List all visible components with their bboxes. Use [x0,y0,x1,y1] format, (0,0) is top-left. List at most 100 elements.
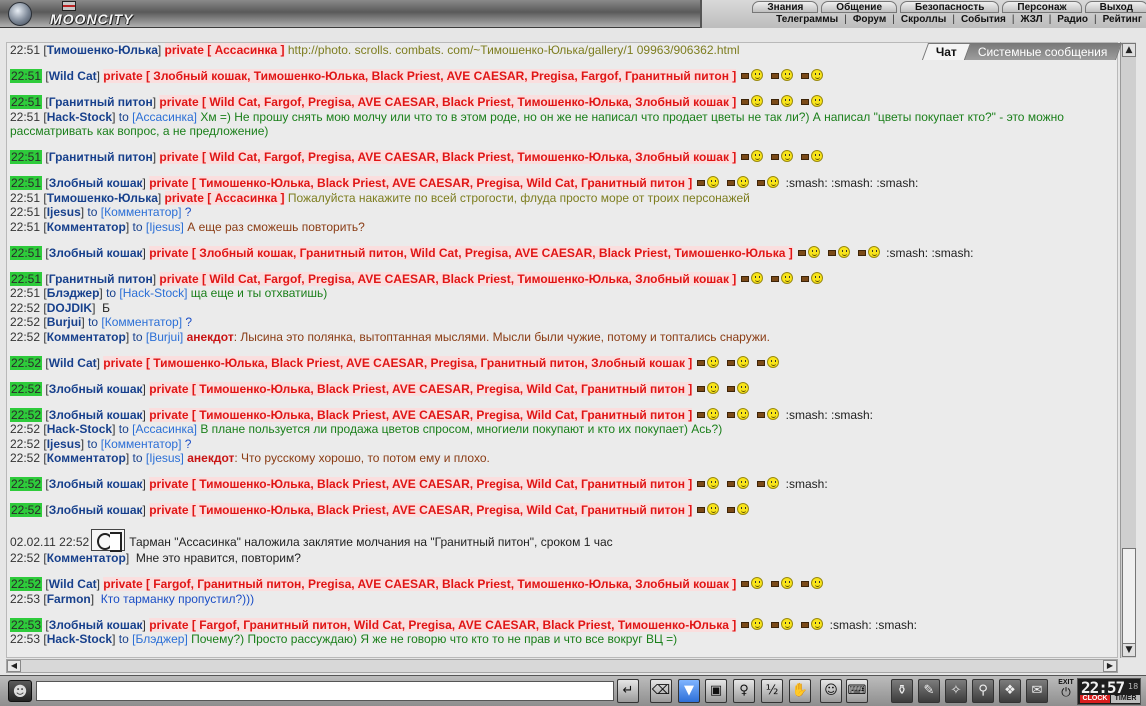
sender-nick[interactable]: Комментатор [47,220,126,234]
sender-nick[interactable]: Гранитный питон [49,272,153,286]
smiles-button[interactable]: ☺ [820,679,842,703]
private-recipients[interactable]: private [ Ассасинка ] [164,190,285,205]
private-recipients[interactable]: private [ Тимошенко-Юлька, Black Priest,… [149,407,693,422]
sender-nick[interactable]: Ijesus [47,205,81,219]
message-time[interactable]: 22:52 [10,301,40,315]
private-recipients[interactable]: private [ Тимошенко-Юлька, Black Priest,… [149,503,693,517]
submenu-item-0[interactable]: Телеграммы [770,14,844,27]
target-nick[interactable]: Burjui [149,330,180,344]
sender-nick[interactable]: Комментатор [47,330,126,344]
message-time[interactable]: 22:51 [10,191,40,205]
sender-nick[interactable]: Комментатор [47,551,126,565]
message-time[interactable]: 22:51 [10,150,43,164]
sender-nick[interactable]: Hack-Stock [47,632,112,646]
scroll-item-button[interactable]: ✎ [918,679,940,703]
message-time[interactable]: 22:51 [10,43,40,57]
message-time[interactable]: 22:53 [10,592,40,606]
private-recipients[interactable]: private [ Fargof, Гранитный питон, Wild … [149,617,737,632]
chat-horizontal-scrollbar[interactable]: ◀ ▶ [6,659,1118,673]
message-time[interactable]: 22:52 [10,330,40,344]
scroll-left-arrow-icon[interactable]: ◀ [7,660,21,672]
scroll-thumb[interactable] [1122,548,1136,646]
menu-item-4[interactable]: Выход [1084,1,1146,13]
chat-input[interactable] [36,681,614,701]
chat-vertical-scrollbar[interactable]: ▲ ▼ [1120,42,1136,658]
message-time[interactable]: 22:52 [10,422,40,436]
private-recipients[interactable]: private [ Wild Cat, Fargof, Pregisa, AVE… [159,150,737,164]
sender-nick[interactable]: Hack-Stock [47,422,112,436]
private-recipients[interactable]: private [ Тимошенко-Юлька, Black Priest,… [149,176,693,190]
scroll-down-arrow-icon[interactable]: ▼ [1122,643,1136,657]
send-enter-button[interactable]: ↵ [617,679,639,703]
gift-button[interactable]: ❖ [999,679,1021,703]
menu-item-3[interactable]: Персонаж [1002,1,1082,13]
sender-nick[interactable]: Злобный кошак [49,618,143,632]
message-time[interactable]: 22:52 [10,407,43,422]
target-nick[interactable]: Ijesus [149,451,180,465]
sender-nick[interactable]: Злобный кошак [49,408,143,422]
target-nick[interactable]: Ассасинка [135,110,193,124]
message-time[interactable]: 22:52 [10,503,43,517]
message-time[interactable]: 22:51 [10,245,43,260]
message-time[interactable]: 22:52 [10,551,40,565]
message-time[interactable]: 22:51 [10,286,40,300]
sender-nick[interactable]: Тимошенко-Юлька [47,43,158,57]
message-time[interactable]: 22:51 [10,176,43,190]
filter-button[interactable]: ▼ [678,679,700,703]
target-nick[interactable]: Ijesus [149,220,180,234]
private-recipients[interactable]: private [ Ассасинка ] [164,43,285,57]
chat-menu-button[interactable]: ☻ [8,680,32,702]
sender-nick[interactable]: Гранитный питон [49,150,153,164]
menu-item-0[interactable]: Знания [752,1,819,13]
chat-log[interactable]: 22:51 [Тимошенко-Юлька] private [ Ассаси… [6,42,1118,658]
sender-nick[interactable]: Комментатор [47,451,126,465]
target-nick[interactable]: Комментатор [104,205,178,219]
sender-nick[interactable]: Злобный кошак [49,176,143,190]
submenu-item-4[interactable]: ЖЗЛ [1014,14,1048,27]
sender-nick[interactable]: Wild Cat [49,69,97,83]
sender-nick[interactable]: Гранитный питон [49,95,153,109]
target-nick[interactable]: Hack-Stock [123,286,184,300]
sender-nick[interactable]: Тимошенко-Юлька [47,191,158,205]
private-recipients[interactable]: private [ Злобный кошак, Тимошенко-Юлька… [103,69,737,83]
clock-mode-button[interactable]: CLOCK [1080,695,1110,703]
private-recipients[interactable]: private [ Тимошенко-Юлька, Black Priest,… [103,355,693,370]
submenu-item-1[interactable]: Форум [847,14,892,27]
private-recipients[interactable]: private [ Тимошенко-Юлька, Black Priest,… [149,381,693,396]
private-recipients[interactable]: private [ Злобный кошак, Гранитный питон… [149,245,793,260]
bottle-button[interactable]: ⚱ [891,679,913,703]
submenu-item-2[interactable]: Скроллы [895,14,952,27]
translit-button[interactable]: ⌨ [846,679,868,703]
message-time[interactable]: 22:53 [10,632,40,646]
walker-button[interactable]: ♀ [733,679,755,703]
sender-nick[interactable]: Блэджер [47,286,100,300]
tab-system-messages[interactable]: Системные сообщения [963,43,1122,60]
scroll-up-arrow-icon[interactable]: ▲ [1122,43,1136,57]
message-time[interactable]: 22:51 [10,95,43,109]
message-time[interactable]: 22:51 [10,69,43,83]
timer-mode-button[interactable]: TIMER [1111,695,1140,703]
sender-nick[interactable]: Burjui [47,315,82,329]
submenu-item-6[interactable]: Рейтинг [1097,14,1146,27]
message-time[interactable]: 22:52 [10,477,43,491]
sender-nick[interactable]: Злобный кошак [49,246,143,260]
target-nick[interactable]: Блэджер [135,632,184,646]
save-log-button[interactable]: ▣ [705,679,727,703]
private-recipients[interactable]: private [ Wild Cat, Fargof, Pregisa, AVE… [159,95,737,109]
magic-button[interactable]: ✧ [945,679,967,703]
sender-nick[interactable]: Wild Cat [49,577,97,591]
hands-button[interactable]: ✋ [789,679,811,703]
mail-button[interactable]: ✉ [1026,679,1048,703]
message-time[interactable]: 22:51 [10,110,40,124]
target-nick[interactable]: Комментатор [105,315,179,329]
message-time[interactable]: 22:53 [10,617,43,632]
target-nick[interactable]: Ассасинка [135,422,193,436]
message-time[interactable]: 22:51 [10,271,43,286]
sender-nick[interactable]: Wild Cat [49,356,97,370]
sender-nick[interactable]: Farmon [47,592,91,606]
sender-nick[interactable]: DOJDIK [47,301,92,315]
message-time[interactable]: 22:52 [10,381,43,396]
private-recipients[interactable]: private [ Тимошенко-Юлька, Black Priest,… [149,477,693,491]
sender-nick[interactable]: Злобный кошак [49,382,143,396]
fraction-button[interactable]: ½ [761,679,783,703]
